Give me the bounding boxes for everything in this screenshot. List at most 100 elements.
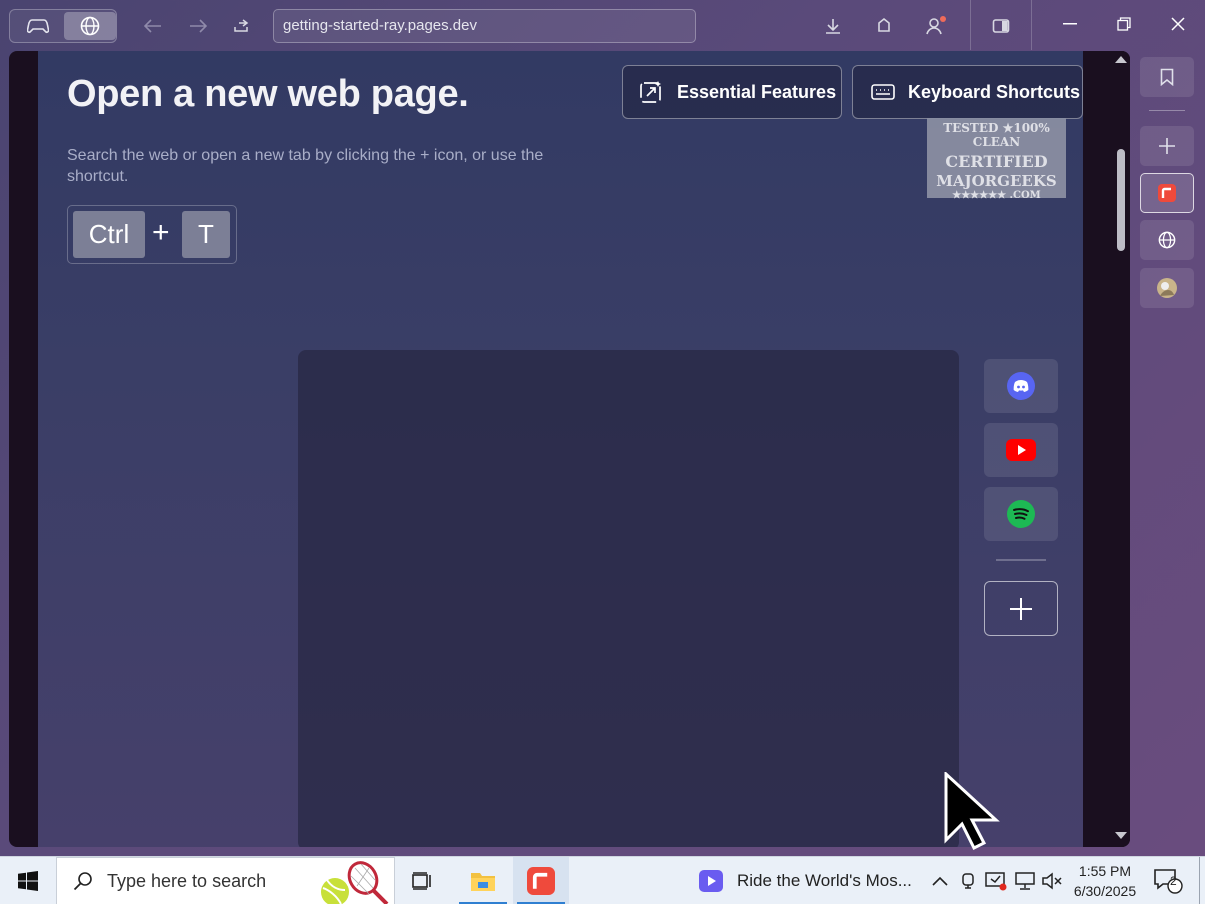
essential-features-label: Essential Features — [677, 81, 837, 102]
mode-switcher — [9, 9, 117, 43]
scroll-up-arrow[interactable] — [1115, 56, 1127, 63]
tray-meet-now[interactable] — [956, 857, 980, 904]
t-key: T — [182, 211, 230, 258]
keyboard-shortcut-hint: Ctrl + T — [67, 205, 237, 264]
task-view-button[interactable] — [395, 857, 451, 904]
mouse-cursor-icon — [944, 772, 1000, 850]
file-explorer-button[interactable] — [455, 857, 511, 904]
web-mode-button[interactable] — [64, 12, 116, 40]
add-shortcut-button[interactable] — [984, 581, 1058, 636]
sidebar-tab-majorgeeks[interactable] — [1140, 268, 1194, 308]
majorgeeks-watermark: TESTED ★100% CLEAN CERTIFIED MAJORGEEKS … — [927, 118, 1066, 201]
notification-count: 2 — [1170, 874, 1177, 888]
video-play-icon — [699, 870, 723, 892]
minimize-button[interactable] — [1043, 0, 1097, 48]
volume-muted-icon — [1042, 872, 1062, 890]
user-icon — [926, 16, 946, 35]
app-tab-icon — [1158, 184, 1176, 202]
address-bar[interactable]: getting-started-ray.pages.dev — [273, 9, 696, 43]
toolbar-divider — [970, 0, 971, 50]
essential-features-button[interactable]: Essential Features — [622, 65, 842, 119]
notification-icon — [1154, 869, 1183, 894]
folder-icon — [471, 873, 495, 891]
profile-button[interactable] — [922, 12, 950, 40]
taskbar-search-box[interactable]: Type here to search — [56, 857, 395, 904]
media-widget[interactable]: Ride the World's Mos... — [699, 857, 912, 904]
restore-icon — [1117, 17, 1131, 31]
tray-volume[interactable] — [1040, 857, 1064, 904]
page-scrollbar[interactable] — [1111, 51, 1130, 847]
tray-network[interactable] — [1012, 857, 1038, 904]
web-content-frame: Open a new web page. Search the web or o… — [9, 51, 1130, 847]
youtube-icon — [1006, 439, 1036, 461]
show-desktop-button[interactable] — [1199, 857, 1200, 904]
extensions-button[interactable] — [870, 12, 898, 40]
youtube-shortcut[interactable] — [984, 423, 1058, 477]
task-view-icon — [412, 872, 431, 890]
monitor-alert-icon — [985, 872, 1007, 891]
sidebar-icon — [992, 19, 1010, 33]
forward-button[interactable] — [184, 12, 212, 40]
windows-logo-icon — [18, 871, 38, 891]
discord-shortcut[interactable] — [984, 359, 1058, 413]
clock-time: 1:55 PM — [1078, 863, 1132, 879]
restore-button[interactable] — [1097, 0, 1151, 48]
show-hidden-icons-button[interactable] — [927, 857, 953, 904]
globe-icon — [80, 16, 100, 36]
sidebar-toggle-button[interactable] — [987, 12, 1015, 40]
taskbar-clock[interactable]: 1:55 PM 6/30/2025 — [1068, 861, 1142, 901]
page-title: Open a new web page. — [67, 73, 469, 115]
ray-browser-button[interactable] — [513, 857, 569, 904]
content-panel — [298, 350, 959, 847]
avatar-icon — [1157, 278, 1177, 298]
globe-icon — [1158, 231, 1176, 249]
back-button[interactable] — [139, 12, 167, 40]
windows-taskbar: Type here to search Ride the World's Mos… — [0, 856, 1205, 904]
spotify-shortcut[interactable] — [984, 487, 1058, 541]
puzzle-icon — [878, 17, 890, 32]
close-icon — [1171, 17, 1185, 31]
toolbar-divider — [1031, 0, 1032, 50]
sidebar-tab-web[interactable] — [1140, 220, 1194, 260]
scroll-down-arrow[interactable] — [1115, 832, 1127, 839]
keyboard-shortcuts-label: Keyboard Shortcuts — [908, 81, 1081, 102]
sparkle-icon — [640, 81, 661, 103]
chevron-up-icon — [932, 876, 948, 886]
plus-icon — [1010, 597, 1032, 620]
plus-icon — [1159, 138, 1175, 154]
scroll-thumb[interactable] — [1117, 149, 1125, 251]
close-button[interactable] — [1151, 0, 1205, 48]
action-center-button[interactable]: 2 — [1148, 857, 1188, 904]
spotify-icon — [1007, 500, 1035, 528]
bookmarks-button[interactable] — [1140, 57, 1194, 97]
page-description: Search the web or open a new tab by clic… — [67, 147, 544, 185]
keyboard-shortcuts-button[interactable]: Keyboard Shortcuts — [852, 65, 1083, 119]
reload-button[interactable] — [228, 12, 256, 40]
tennis-racket-icon — [321, 861, 389, 904]
search-placeholder: Type here to search — [107, 870, 267, 891]
tray-security[interactable] — [983, 857, 1009, 904]
download-icon — [826, 19, 840, 34]
start-button[interactable] — [0, 857, 56, 904]
search-icon — [73, 872, 92, 891]
reload-icon — [234, 19, 249, 32]
minimize-icon — [1063, 23, 1077, 25]
new-tab-button[interactable] — [1140, 126, 1194, 166]
sidebar-tab-ray[interactable] — [1140, 173, 1194, 213]
arrow-right-icon — [190, 19, 207, 33]
browser-toolbar: getting-started-ray.pages.dev — [0, 0, 1205, 52]
app-tab-icon — [527, 867, 555, 895]
sidebar-divider — [1149, 110, 1185, 111]
bookmark-icon — [1160, 68, 1174, 86]
keyboard-icon — [871, 84, 895, 100]
ctrl-key: Ctrl — [73, 211, 145, 258]
downloads-button[interactable] — [819, 12, 847, 40]
gamepad-icon — [27, 19, 49, 34]
arrow-left-icon — [144, 19, 161, 33]
media-title: Ride the World's Mos... — [737, 871, 912, 890]
plus-symbol: + — [152, 216, 170, 249]
network-icon — [1015, 872, 1035, 890]
gamepad-mode-button[interactable] — [12, 12, 64, 40]
dock-divider — [996, 559, 1046, 561]
camera-icon — [962, 873, 974, 889]
